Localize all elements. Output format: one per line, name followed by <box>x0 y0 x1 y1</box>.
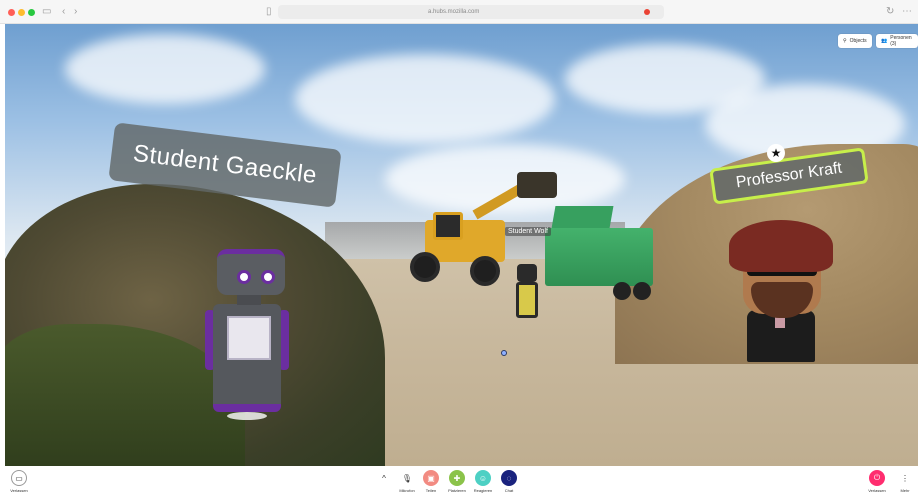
robot-avatar-screen <box>227 316 271 360</box>
loader-wheel <box>470 256 500 286</box>
react-label: Reagieren <box>473 488 493 493</box>
shredder-wheel <box>613 282 631 300</box>
avatar-floor-marker <box>227 412 267 420</box>
end-call-button[interactable]: ⏻ Verlassen <box>866 470 888 493</box>
place-label: Platzieren <box>448 488 466 493</box>
mic-label: Mikrofon <box>399 488 415 493</box>
reload-icon[interactable]: ↻ <box>886 6 894 18</box>
chevron-up-icon: ^ <box>376 470 392 486</box>
wheel-loader-cab <box>433 212 463 240</box>
people-icon: 👥 <box>881 38 888 44</box>
objects-label: Objects <box>849 38 867 44</box>
green-shredder-machine <box>545 228 653 286</box>
hubs-3d-scene[interactable]: Student Gaeckle Professor Kraft Student … <box>5 24 918 466</box>
maximize-window-button[interactable] <box>28 9 35 16</box>
professor-avatar-hat <box>729 220 833 272</box>
forward-icon[interactable]: › <box>74 6 77 18</box>
chat-button[interactable]: ◌ Chat <box>498 470 520 493</box>
chat-label: Chat <box>504 488 514 493</box>
microphone-icon: 🎙 <box>399 470 415 486</box>
share-label: Teilen <box>425 488 437 493</box>
leave-room-button[interactable]: ▭ Verlassen <box>8 470 30 493</box>
leave-icon: ⏻ <box>869 470 885 486</box>
loader-wheel <box>410 252 440 282</box>
cloud <box>65 34 265 104</box>
cloud <box>295 54 555 144</box>
minimize-window-button[interactable] <box>18 9 25 16</box>
react-button[interactable]: ☺ Reagieren <box>472 470 494 493</box>
chat-bubble-icon: ◌ <box>501 470 517 486</box>
people-label: Personen (3) <box>890 35 912 47</box>
share-button[interactable]: ▣ Teilen <box>420 470 442 493</box>
pointer-reticle <box>501 350 507 356</box>
smiley-icon: ☺ <box>475 470 491 486</box>
leave-room-label: Verlassen <box>10 488 28 493</box>
robot-eye <box>261 270 275 284</box>
close-window-button[interactable] <box>8 9 15 16</box>
place-button[interactable]: ✚ Platzieren <box>446 470 468 493</box>
moderator-star-icon: ★ <box>767 144 785 162</box>
more-vertical-icon: ⋮ <box>897 470 913 486</box>
wheel-loader-bucket <box>517 172 557 198</box>
browser-toolbar: ▭ ‹ › ▯ a.hubs.mozilla.com ↻ ⋯ <box>0 0 918 24</box>
student-wolf-avatar-head[interactable] <box>517 264 537 282</box>
cloud <box>385 144 625 214</box>
more-label: Mehr <box>900 488 910 493</box>
url-text: a.hubs.mozilla.com <box>428 9 480 15</box>
reader-icon[interactable]: ▯ <box>266 6 272 18</box>
address-bar[interactable]: a.hubs.mozilla.com <box>278 5 664 19</box>
place-object-icon: ✚ <box>449 470 465 486</box>
student-wolf-avatar-body[interactable] <box>516 282 538 318</box>
people-button[interactable]: 👥 Personen (3) <box>876 34 918 48</box>
more-button[interactable]: ⋮ Mehr <box>894 470 916 493</box>
app-window: ▭ ‹ › ▯ a.hubs.mozilla.com ↻ ⋯ Student G… <box>0 0 918 496</box>
share-screen-icon: ▣ <box>423 470 439 486</box>
end-call-label: Verlassen <box>868 488 886 493</box>
name-tag-student-wolf[interactable]: Student Wolf <box>505 227 551 236</box>
bottom-toolbar: ▭ Verlassen ^ 🎙 Mikrofon ▣ Teilen ✚ Plat… <box>0 466 918 496</box>
objects-button[interactable]: ⚲ Objects <box>838 34 872 48</box>
room-info-icon: ▭ <box>11 470 27 486</box>
toolbar-expand-button[interactable]: ^ <box>376 470 392 486</box>
mic-button[interactable]: 🎙 Mikrofon <box>396 470 418 493</box>
shredder-wheel <box>633 282 651 300</box>
back-icon[interactable]: ‹ <box>62 6 65 18</box>
recording-indicator-icon <box>644 9 650 15</box>
robot-avatar-neck <box>237 295 261 305</box>
robot-avatar-head[interactable] <box>217 249 285 295</box>
objects-icon: ⚲ <box>843 38 847 44</box>
sidebar-icon[interactable]: ▭ <box>42 6 51 18</box>
robot-eye <box>237 270 251 284</box>
share-icon[interactable]: ⋯ <box>902 6 912 18</box>
